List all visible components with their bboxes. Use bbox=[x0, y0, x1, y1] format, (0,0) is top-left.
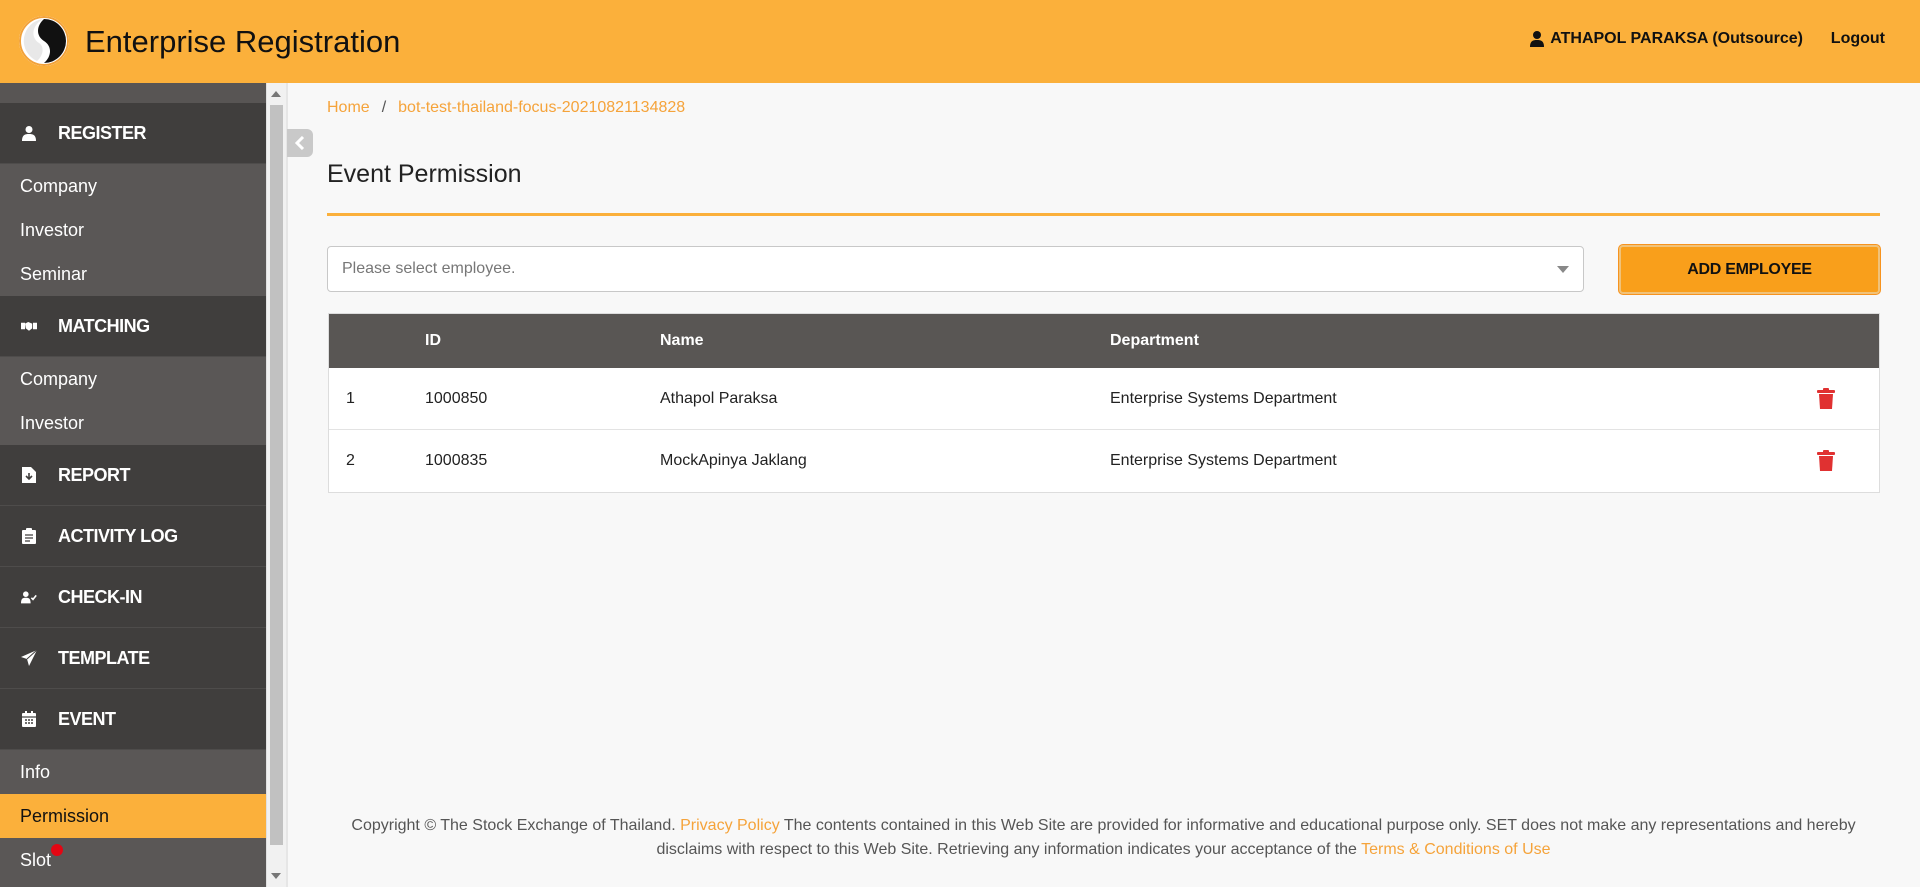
sidebar-section-report[interactable]: REPORT bbox=[0, 445, 266, 506]
sidebar-item-register-company[interactable]: Company bbox=[0, 164, 266, 208]
row-number: 2 bbox=[346, 452, 355, 469]
chevron-down-icon bbox=[1557, 266, 1569, 273]
table-row: 1 1000850 Athapol Paraksa Enterprise Sys… bbox=[329, 368, 1879, 430]
user-check-icon bbox=[20, 588, 38, 606]
scroll-up-arrow-icon[interactable] bbox=[271, 91, 281, 97]
privacy-policy-link[interactable]: Privacy Policy bbox=[680, 817, 780, 834]
column-header-id: ID bbox=[425, 332, 441, 349]
sidebar-item-register-investor[interactable]: Investor bbox=[0, 208, 266, 252]
page-title: Event Permission bbox=[327, 160, 522, 188]
footer-text-disclaimer: The contents contained in this Web Site … bbox=[656, 817, 1856, 858]
permission-table: ID Name Department 1 1000850 Athapol Par… bbox=[328, 313, 1880, 493]
row-actions bbox=[1796, 387, 1856, 410]
app-logo[interactable] bbox=[19, 16, 69, 66]
sidebar-item-matching-investor[interactable]: Investor bbox=[0, 401, 266, 445]
row-id: 1000835 bbox=[425, 452, 488, 469]
notification-dot bbox=[51, 844, 63, 856]
logo-icon bbox=[19, 16, 69, 66]
sidebar-section-label: ACTIVITY LOG bbox=[58, 525, 178, 546]
sidebar-item-event-permission[interactable]: Permission bbox=[0, 794, 266, 838]
logout-link[interactable]: Logout bbox=[1831, 30, 1885, 48]
row-department: Enterprise Systems Department bbox=[1110, 389, 1337, 407]
row-name: MockApinya Jaklang bbox=[660, 452, 807, 469]
scroll-thumb[interactable] bbox=[270, 105, 283, 845]
sidebar-scrollbar[interactable] bbox=[266, 83, 286, 887]
breadcrumb-separator: / bbox=[381, 99, 387, 116]
sidebar-section-label: TEMPLATE bbox=[58, 647, 150, 668]
sidebar-section-label: REPORT bbox=[58, 464, 131, 485]
sidebar-item-event-slot[interactable]: Slot bbox=[0, 838, 266, 882]
row-number: 1 bbox=[346, 389, 355, 407]
paper-plane-icon bbox=[20, 649, 38, 667]
handshake-icon bbox=[20, 317, 38, 335]
user-icon bbox=[20, 124, 38, 142]
breadcrumb-home[interactable]: Home bbox=[327, 99, 370, 117]
sidebar-top-strip bbox=[0, 83, 266, 103]
footer: Copyright © The Stock Exchange of Thaila… bbox=[327, 814, 1880, 862]
divider bbox=[286, 83, 288, 887]
row-actions bbox=[1796, 450, 1856, 472]
scroll-down-arrow-icon[interactable] bbox=[271, 873, 281, 879]
top-header: Enterprise Registration ATHAPOL PARAKSA … bbox=[0, 0, 1920, 83]
user-menu[interactable]: ATHAPOL PARAKSA (Outsource) bbox=[1530, 30, 1803, 48]
sidebar-section-label: CHECK-IN bbox=[58, 586, 143, 607]
collapse-sidebar-button[interactable] bbox=[287, 129, 313, 157]
sidebar-item-matching-company[interactable]: Company bbox=[0, 357, 266, 401]
column-header-department: Department bbox=[1110, 332, 1199, 349]
app-title: Enterprise Registration bbox=[85, 24, 401, 59]
sidebar-item-event-info[interactable]: Info bbox=[0, 750, 266, 794]
footer-text-copyright: Copyright © The Stock Exchange of Thaila… bbox=[351, 817, 681, 834]
sidebar-section-template[interactable]: TEMPLATE bbox=[0, 628, 266, 689]
user-name: ATHAPOL PARAKSA (Outsource) bbox=[1550, 30, 1803, 47]
sidebar-section-activity-log[interactable]: ACTIVITY LOG bbox=[0, 506, 266, 567]
breadcrumb-current[interactable]: bot-test-thailand-focus-20210821134828 bbox=[398, 99, 685, 117]
row-name: Athapol Paraksa bbox=[660, 389, 778, 407]
row-department: Enterprise Systems Department bbox=[1110, 452, 1337, 469]
column-header-name: Name bbox=[660, 332, 704, 349]
sidebar-item-register-seminar[interactable]: Seminar bbox=[0, 252, 266, 296]
sidebar-section-label: REGISTER bbox=[58, 122, 147, 143]
sidebar-section-matching[interactable]: MATCHING bbox=[0, 296, 266, 357]
file-icon bbox=[20, 466, 38, 484]
row-id: 1000850 bbox=[425, 389, 488, 407]
sidebar-section-check-in[interactable]: CHECK-IN bbox=[0, 567, 266, 628]
sidebar-section-register[interactable]: REGISTER bbox=[0, 103, 266, 164]
employee-select[interactable]: Please select employee. bbox=[327, 246, 1584, 292]
terms-link[interactable]: Terms & Conditions of Use bbox=[1361, 841, 1550, 858]
sidebar-section-label: MATCHING bbox=[58, 315, 150, 336]
clipboard-icon bbox=[20, 527, 38, 545]
table-header: ID Name Department bbox=[329, 314, 1879, 368]
trash-icon[interactable] bbox=[1816, 387, 1836, 410]
breadcrumb: Home / bot-test-thailand-focus-202108211… bbox=[327, 99, 685, 117]
add-employee-button[interactable]: ADD EMPLOYEE bbox=[1619, 245, 1880, 294]
sidebar: REGISTER Company Investor Seminar MATCHI… bbox=[0, 83, 266, 887]
sidebar-section-label: EVENT bbox=[58, 708, 116, 729]
user-icon bbox=[1530, 31, 1545, 47]
sidebar-section-event[interactable]: EVENT bbox=[0, 689, 266, 750]
calendar-icon bbox=[20, 710, 38, 728]
title-divider bbox=[327, 213, 1880, 216]
employee-select-placeholder: Please select employee. bbox=[342, 260, 516, 277]
chevron-left-icon bbox=[294, 136, 305, 150]
table-row: 2 1000835 MockApinya Jaklang Enterprise … bbox=[329, 430, 1879, 492]
sidebar-item-label: Slot bbox=[20, 849, 52, 870]
trash-icon[interactable] bbox=[1816, 450, 1836, 472]
